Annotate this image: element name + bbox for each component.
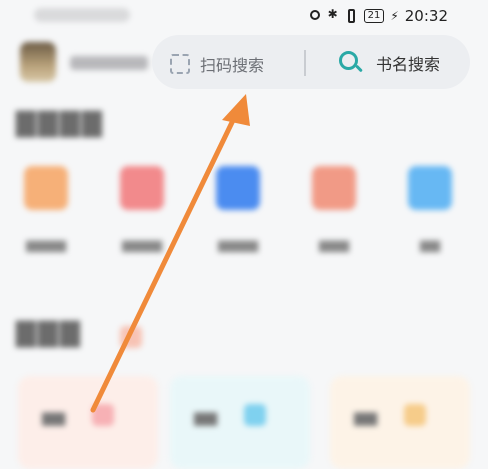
pointer-arrow [90, 94, 250, 413]
arrow-head [222, 94, 250, 126]
arrow-shaft [90, 107, 241, 413]
